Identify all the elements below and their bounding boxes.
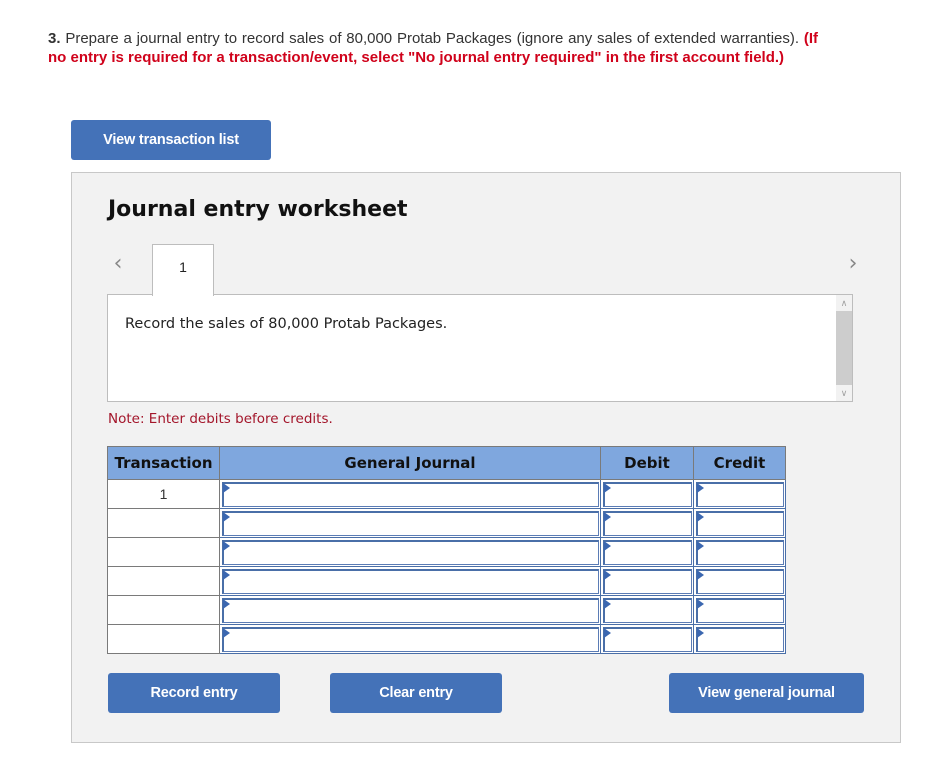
credit-input[interactable]	[696, 598, 784, 623]
account-input[interactable]	[222, 482, 599, 507]
clear-entry-button[interactable]: Clear entry	[330, 673, 502, 713]
debits-note: Note: Enter debits before credits.	[108, 411, 333, 427]
record-entry-button[interactable]: Record entry	[108, 673, 280, 713]
table-row: 1	[107, 479, 786, 509]
transaction-cell	[107, 566, 220, 596]
debit-input[interactable]	[603, 511, 692, 536]
table-row	[107, 508, 786, 538]
table-row	[107, 537, 786, 567]
header-debit: Debit	[600, 446, 694, 480]
credit-input[interactable]	[696, 482, 784, 507]
transaction-description-box: Record the sales of 80,000 Protab Packag…	[107, 294, 853, 402]
transaction-cell	[107, 537, 220, 567]
debit-input[interactable]	[603, 598, 692, 623]
description-scrollbar[interactable]: ∧ ∨	[836, 295, 852, 401]
account-input[interactable]	[222, 598, 599, 623]
credit-input[interactable]	[696, 569, 784, 594]
account-input[interactable]	[222, 540, 599, 565]
credit-input[interactable]	[696, 540, 784, 565]
view-general-journal-button[interactable]: View general journal	[669, 673, 864, 713]
header-transaction: Transaction	[107, 446, 220, 480]
transaction-cell	[107, 595, 220, 625]
journal-entry-worksheet-panel: Journal entry worksheet ‹ › 1 Record the…	[71, 172, 901, 743]
account-input[interactable]	[222, 569, 599, 594]
account-input[interactable]	[222, 627, 599, 652]
view-transaction-list-button[interactable]: View transaction list	[71, 120, 271, 160]
transaction-cell: 1	[107, 479, 220, 509]
header-general-journal: General Journal	[219, 446, 601, 480]
debit-input[interactable]	[603, 627, 692, 652]
scroll-down-icon[interactable]: ∨	[836, 386, 852, 400]
debit-input[interactable]	[603, 540, 692, 565]
scrollbar-thumb[interactable]	[836, 311, 852, 385]
table-row	[107, 566, 786, 596]
journal-entry-table: Transaction General Journal Debit Credit…	[107, 446, 786, 654]
question-prompt: 3. Prepare a journal entry to record sal…	[48, 29, 818, 67]
credit-input[interactable]	[696, 627, 784, 652]
worksheet-tab-1[interactable]: 1	[152, 244, 214, 296]
account-input[interactable]	[222, 511, 599, 536]
chevron-right-icon[interactable]: ›	[843, 251, 863, 277]
chevron-left-icon[interactable]: ‹	[108, 251, 128, 277]
worksheet-title: Journal entry worksheet	[108, 197, 408, 222]
table-row	[107, 595, 786, 625]
transaction-cell	[107, 508, 220, 538]
credit-input[interactable]	[696, 511, 784, 536]
transaction-description: Record the sales of 80,000 Protab Packag…	[125, 316, 448, 332]
debit-input[interactable]	[603, 482, 692, 507]
debit-input[interactable]	[603, 569, 692, 594]
header-credit: Credit	[693, 446, 786, 480]
question-text: Prepare a journal entry to record sales …	[65, 30, 800, 47]
question-number: 3.	[48, 30, 61, 47]
table-row	[107, 624, 786, 654]
transaction-cell	[107, 624, 220, 654]
scroll-up-icon[interactable]: ∧	[836, 296, 852, 310]
